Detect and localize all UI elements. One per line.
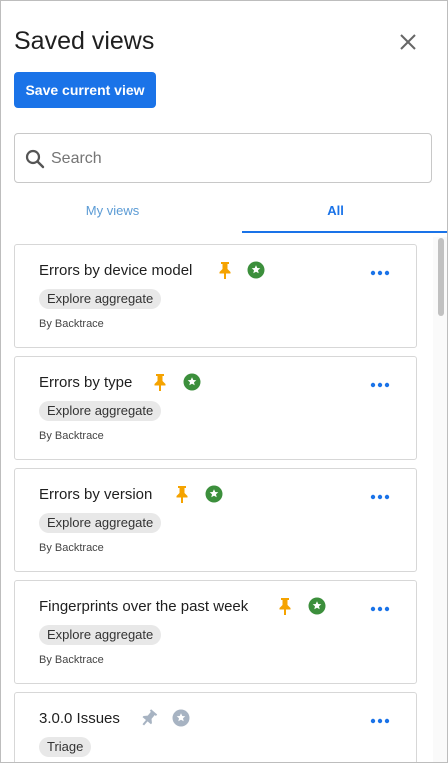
- more-options-icon[interactable]: [370, 717, 390, 725]
- star-badge-icon[interactable]: [183, 373, 201, 391]
- star-badge-icon[interactable]: [172, 709, 190, 727]
- star-badge-icon[interactable]: [247, 261, 265, 279]
- view-type-tag: Explore aggregate: [39, 625, 162, 645]
- close-icon[interactable]: [397, 31, 419, 53]
- pin-icon[interactable]: [137, 706, 161, 730]
- view-type-tag: Explore aggregate: [39, 289, 162, 309]
- view-type-tag: Triage: [39, 737, 92, 757]
- view-name: 3.0.0 Issues: [39, 710, 120, 727]
- list-item[interactable]: 3.0.0 Issues Triage: [14, 692, 417, 762]
- more-options-icon[interactable]: [370, 605, 390, 613]
- pin-icon[interactable]: [152, 373, 168, 391]
- saved-views-panel: Saved views Save current view My views A…: [0, 0, 448, 763]
- more-options-icon[interactable]: [370, 381, 390, 389]
- view-owner: By Backtrace: [39, 542, 104, 554]
- view-owner: By Backtrace: [39, 654, 104, 666]
- view-name: Fingerprints over the past week: [39, 598, 249, 615]
- pin-icon[interactable]: [217, 261, 233, 279]
- save-current-view-button[interactable]: Save current view: [14, 72, 156, 108]
- view-name: Errors by device model: [39, 262, 193, 279]
- list-item[interactable]: Fingerprints over the past week Explore …: [14, 580, 417, 684]
- list-item[interactable]: Errors by device model Explore aggregate…: [14, 244, 417, 348]
- search-icon: [25, 149, 45, 169]
- search-input[interactable]: [51, 144, 421, 174]
- view-owner: By Backtrace: [39, 318, 104, 330]
- panel-title: Saved views: [14, 27, 155, 55]
- view-name: Errors by type: [39, 374, 133, 391]
- active-tab-indicator: [242, 231, 447, 233]
- list-item[interactable]: Errors by version Explore aggregate By B…: [14, 468, 417, 572]
- scrollbar-thumb[interactable]: [438, 238, 444, 316]
- list-scrollbar[interactable]: [433, 237, 447, 762]
- saved-views-list: Errors by device model Explore aggregate…: [1, 237, 447, 762]
- search-box: [14, 133, 432, 183]
- view-name: Errors by version: [39, 486, 153, 503]
- tab-all[interactable]: All: [224, 193, 447, 233]
- tab-my-views[interactable]: My views: [1, 193, 224, 233]
- pin-icon[interactable]: [174, 485, 190, 503]
- star-badge-icon[interactable]: [205, 485, 223, 503]
- more-options-icon[interactable]: [370, 493, 390, 501]
- star-badge-icon[interactable]: [308, 597, 326, 615]
- view-tabs: My views All: [1, 193, 447, 235]
- view-owner: By Backtrace: [39, 430, 104, 442]
- more-options-icon[interactable]: [370, 269, 390, 277]
- view-type-tag: Explore aggregate: [39, 513, 162, 533]
- list-item[interactable]: Errors by type Explore aggregate By Back…: [14, 356, 417, 460]
- pin-icon[interactable]: [277, 597, 293, 615]
- view-type-tag: Explore aggregate: [39, 401, 162, 421]
